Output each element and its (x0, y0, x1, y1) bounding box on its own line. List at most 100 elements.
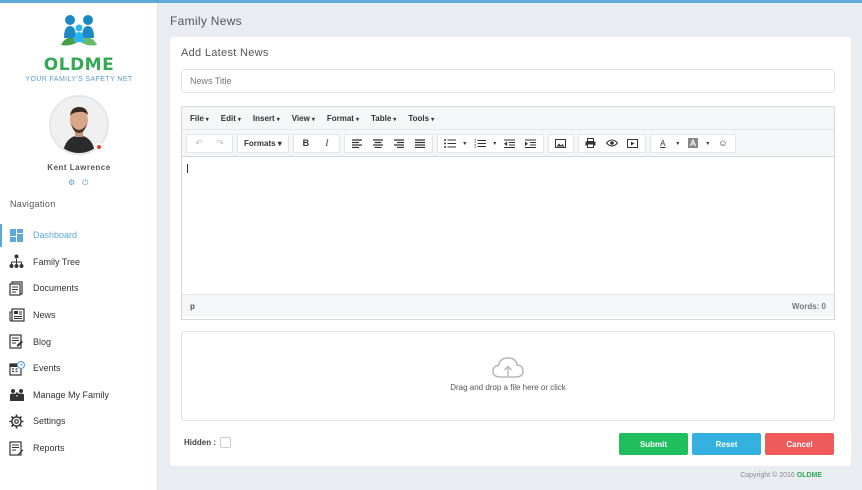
background-color-icon[interactable] (683, 135, 703, 152)
caret-down-icon: ▾ (277, 138, 282, 148)
sidebar-item-documents[interactable]: Documents (0, 275, 158, 302)
align-left-icon[interactable] (347, 135, 367, 152)
list-group: ▾ 12 ▾ (436, 133, 544, 153)
user-name: Kent Lawrence (47, 163, 111, 172)
caret-down-icon[interactable]: ▾ (674, 135, 682, 152)
align-group (343, 133, 433, 153)
menu-edit[interactable]: Edit ▾ (221, 114, 241, 123)
formats-group: Formats ▾ (237, 133, 289, 153)
reset-button[interactable]: Reset (692, 433, 761, 455)
outdent-icon[interactable] (500, 135, 520, 152)
copyright-text: Copyright © 2016 (740, 472, 795, 479)
menu-table[interactable]: Table ▾ (371, 114, 396, 123)
menu-tools[interactable]: Tools ▾ (408, 114, 434, 123)
rich-text-editor: File ▾ Edit ▾ Insert ▾ View ▾ Format ▾ Table ▾… (181, 106, 835, 320)
dashboard-icon (8, 227, 25, 244)
emoticon-icon[interactable]: ☺ (713, 135, 733, 152)
family-tree-icon (8, 253, 25, 270)
align-center-icon[interactable] (368, 135, 388, 152)
sidebar-item-blog[interactable]: Blog (0, 328, 158, 355)
menu-label: View (291, 113, 310, 123)
form-heading: Add Latest News (181, 47, 269, 59)
caret-down-icon[interactable]: ▾ (461, 135, 469, 152)
print-icon[interactable] (581, 135, 601, 152)
sidebar-item-reports[interactable]: Reports (0, 435, 158, 462)
element-path[interactable]: p (190, 302, 195, 311)
gear-icon[interactable]: ⚙ (68, 178, 75, 188)
svg-text:2: 2 (474, 143, 477, 148)
menu-label: Format (326, 113, 354, 123)
sidebar-item-label: Manage My Family (33, 389, 110, 400)
dropzone-text: Drag and drop a file here or click (450, 383, 566, 392)
status-dot (95, 143, 103, 151)
image-icon[interactable] (551, 135, 571, 152)
menu-view[interactable]: View ▾ (292, 114, 315, 123)
brand-name: OLDME (43, 55, 115, 75)
editor-menubar: File ▾ Edit ▾ Insert ▾ View ▾ Format ▾ Table ▾… (182, 107, 834, 130)
sidebar-item-dashboard[interactable]: Dashboard (0, 222, 158, 249)
misc-group (577, 133, 646, 153)
word-count: Words: 0 (791, 301, 826, 311)
preview-icon[interactable] (602, 135, 622, 152)
sidebar-item-settings[interactable]: Settings (0, 408, 158, 435)
reports-icon (8, 440, 25, 457)
blog-icon (8, 333, 25, 350)
history-group: ↶ ↷ (186, 133, 233, 153)
footer-brand[interactable]: OLDME (797, 472, 822, 479)
menu-insert[interactable]: Insert ▾ (253, 114, 280, 123)
sidebar-item-events[interactable]: Events (0, 355, 158, 382)
sidebar-item-manage-family[interactable]: Manage My Family (0, 382, 158, 409)
family-logo-icon (61, 15, 97, 46)
editor-toolbar: ↶ ↷ Formats ▾ B I ▾ 12 ▾ A ▾ ▾ ☺ (182, 130, 834, 157)
caret-down-icon: ▾ (205, 116, 209, 123)
page-title: Family News (170, 14, 242, 28)
caret-down-icon[interactable]: ▾ (704, 135, 712, 152)
sidebar-item-news[interactable]: News (0, 302, 158, 329)
settings-icon (8, 413, 25, 430)
formats-dropdown[interactable]: Formats ▾ (240, 135, 286, 152)
caret-down-icon: ▾ (355, 116, 359, 123)
caret-down-icon: ▾ (276, 116, 280, 123)
caret-down-icon: ▾ (237, 116, 241, 123)
editor-content-area[interactable] (182, 157, 834, 294)
caret-down-icon: ▾ (431, 116, 435, 123)
cancel-button[interactable]: Cancel (765, 433, 834, 455)
menu-label: Edit (220, 113, 236, 123)
file-dropzone[interactable]: Drag and drop a file here or click (181, 331, 835, 421)
bold-button[interactable]: B (296, 135, 316, 152)
sidebar-item-label: News (33, 310, 56, 321)
caret-down-icon[interactable]: ▾ (491, 135, 499, 152)
hidden-field: Hidden : (184, 437, 231, 448)
sidebar-item-family-tree[interactable]: Family Tree (0, 249, 158, 276)
align-justify-icon[interactable] (410, 135, 430, 152)
news-title-input[interactable] (181, 69, 835, 93)
bullet-list-icon[interactable] (440, 135, 460, 152)
text-color-button[interactable]: A (653, 135, 673, 152)
caret-down-icon: ▾ (393, 116, 397, 123)
menu-format[interactable]: Format ▾ (327, 114, 359, 123)
formats-label: Formats (244, 138, 276, 148)
power-icon[interactable]: ⏻ (82, 178, 88, 188)
sidebar-item-label: Settings (33, 416, 66, 427)
media-group (547, 133, 574, 153)
logo[interactable]: OLDME YOUR FAMILY'S SAFETY NET (0, 11, 158, 83)
submit-button[interactable]: Submit (619, 433, 688, 455)
menu-file[interactable]: File ▾ (190, 114, 209, 123)
align-right-icon[interactable] (389, 135, 409, 152)
color-group: A ▾ ▾ ☺ (649, 133, 736, 153)
nav-title: Navigation (10, 199, 56, 209)
redo-icon[interactable]: ↷ (210, 135, 230, 152)
brand-tagline: YOUR FAMILY'S SAFETY NET (25, 76, 133, 83)
italic-button[interactable]: I (317, 135, 337, 152)
media-embed-icon[interactable] (623, 135, 643, 152)
style-group: B I (292, 133, 340, 153)
menu-label: File (190, 113, 204, 123)
undo-icon[interactable]: ↶ (189, 135, 209, 152)
sidebar-item-label: Family Tree (33, 256, 81, 267)
text-cursor (187, 164, 188, 173)
news-form-card: Add Latest News File▾ Edit▾ Insert▾ View… (170, 37, 851, 466)
numbered-list-icon[interactable]: 12 (470, 135, 490, 152)
hidden-checkbox[interactable] (220, 437, 231, 448)
family-icon (8, 386, 25, 403)
indent-icon[interactable] (521, 135, 541, 152)
